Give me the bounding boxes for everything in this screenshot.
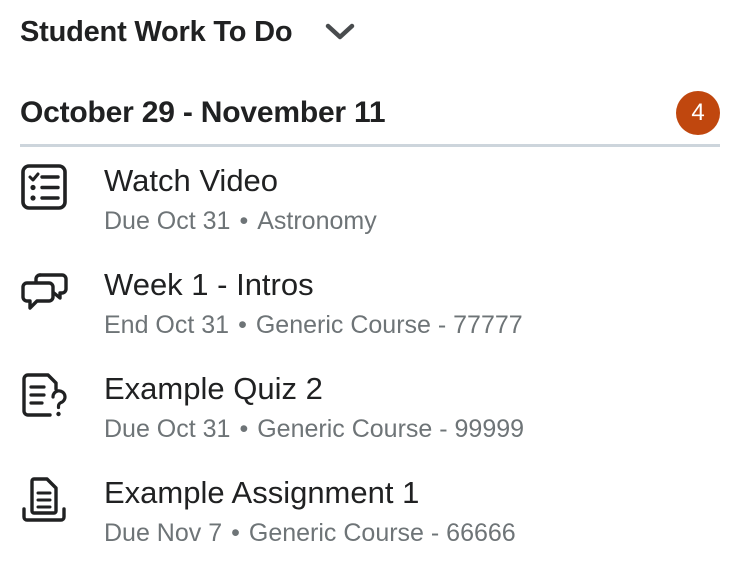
separator-dot: •	[231, 519, 240, 547]
item-meta: End Oct 31 • Generic Course - 77777	[104, 309, 523, 341]
item-meta: Due Nov 7 • Generic Course - 66666	[104, 517, 516, 549]
separator-dot: •	[238, 311, 247, 339]
item-date: Due Nov 7	[104, 519, 223, 547]
item-text: Example Assignment 1 Due Nov 7 • Generic C…	[104, 475, 516, 549]
item-title[interactable]: Week 1 - Intros	[104, 267, 523, 303]
item-title[interactable]: Watch Video	[104, 163, 377, 199]
date-range-title: October 29 - November 11	[20, 95, 386, 129]
collapse-button[interactable]	[320, 12, 360, 52]
widget-title: Student Work To Do	[20, 15, 293, 48]
work-to-do-widget: Student Work To Do October 29 - November…	[20, 0, 720, 579]
item-date: Due Oct 31	[104, 415, 231, 443]
item-count-badge: 4	[676, 90, 720, 135]
item-meta: Due Oct 31 • Astronomy	[104, 205, 377, 237]
discussion-icon	[20, 267, 70, 317]
item-course: Generic Course - 99999	[257, 415, 525, 443]
quiz-icon	[20, 371, 70, 421]
item-course: Generic Course - 77777	[255, 311, 523, 339]
separator-dot: •	[239, 415, 249, 443]
item-title[interactable]: Example Assignment 1	[104, 475, 516, 511]
item-text: Week 1 - Intros End Oct 31 • Generic Cours…	[104, 267, 523, 341]
item-course: Astronomy	[257, 207, 377, 235]
item-text: Watch Video Due Oct 31 • Astronomy	[104, 163, 377, 237]
item-meta: Due Oct 31 • Generic Course - 99999	[104, 413, 524, 445]
item-text: Example Quiz 2 Due Oct 31 • Generic Course…	[104, 371, 524, 445]
item-date: End Oct 31	[104, 311, 230, 339]
work-item-list: Watch Video Due Oct 31 • Astronomy Week 1 …	[20, 163, 720, 579]
separator-dot: •	[239, 207, 249, 235]
chevron-down-icon	[326, 23, 355, 40]
item-title[interactable]: Example Quiz 2	[104, 371, 524, 407]
item-course: Generic Course - 66666	[248, 519, 516, 547]
work-item-week-1-intros[interactable]: Week 1 - Intros End Oct 31 • Generic Cours…	[20, 267, 720, 371]
assignment-icon	[20, 475, 70, 525]
work-item-example-quiz-2[interactable]: Example Quiz 2 Due Oct 31 • Generic Course…	[20, 371, 720, 475]
checklist-icon	[20, 163, 70, 213]
widget-header: Student Work To Do	[20, 0, 720, 64]
work-item-watch-video[interactable]: Watch Video Due Oct 31 • Astronomy	[20, 163, 720, 267]
work-item-example-assignment-1[interactable]: Example Assignment 1 Due Nov 7 • Generic C…	[20, 475, 720, 579]
item-date: Due Oct 31	[104, 207, 231, 235]
date-range-header: October 29 - November 11 4	[20, 87, 720, 147]
